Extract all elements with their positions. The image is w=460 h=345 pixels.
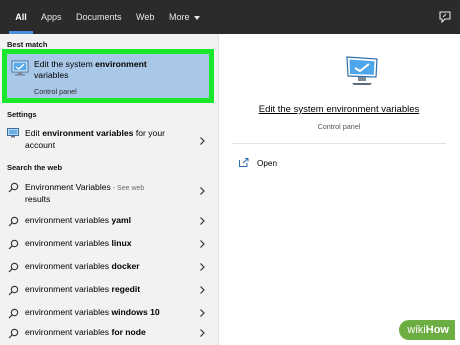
web-result-row[interactable]: Environment Variables - See web results [0, 176, 218, 206]
web-result-label: environment variables docker [25, 261, 140, 271]
web-result-suffix-line2: results [25, 194, 51, 204]
web-result-row[interactable]: environment variables yaml [0, 210, 218, 233]
chevron-right-icon[interactable] [199, 136, 206, 146]
tab-more-label: More [169, 12, 190, 22]
web-result-text: environment variables [25, 261, 112, 271]
settings-item-pre: Edit [25, 128, 43, 138]
web-result-label: environment variables regedit [25, 284, 140, 294]
chevron-right-icon[interactable] [199, 216, 206, 226]
chevron-down-icon [193, 15, 200, 20]
tab-web[interactable]: Web [136, 0, 154, 34]
tab-more[interactable]: More [169, 0, 200, 34]
top-bar: All Apps Documents Web More [0, 0, 460, 34]
tab-all[interactable]: All [9, 0, 33, 34]
web-result-label: environment variables linux [25, 238, 132, 248]
web-result-bold: windows 10 [111, 307, 160, 317]
web-result-bold: yaml [111, 215, 132, 225]
open-action[interactable]: Open [257, 159, 277, 168]
chevron-right-icon[interactable] [199, 262, 206, 272]
search-icon [8, 216, 19, 227]
web-result-text: environment variables [25, 327, 112, 337]
divider [232, 143, 446, 144]
web-result-row[interactable]: environment variables regedit [0, 279, 218, 302]
preview-pane [218, 34, 460, 345]
web-result-label: Environment Variables - See web [25, 182, 144, 192]
search-icon [8, 328, 19, 339]
chevron-right-icon[interactable] [199, 239, 206, 249]
web-result-row[interactable]: environment variables linux [0, 233, 218, 256]
web-result-text: environment variables [25, 307, 112, 317]
best-match-title-rest: variables [34, 70, 69, 80]
open-icon [239, 158, 249, 167]
search-icon [8, 182, 19, 193]
best-match-title-plain: Edit the system [34, 59, 96, 69]
best-match-subtitle: Control panel [34, 87, 77, 96]
web-result-bold: regedit [111, 284, 141, 294]
settings-header: Settings [7, 110, 37, 119]
chevron-right-icon[interactable] [199, 186, 206, 196]
web-result-text: environment variables [25, 284, 112, 294]
web-result-bold: docker [111, 261, 140, 271]
wikihow-watermark: wikiHow [399, 320, 455, 340]
search-web-header: Search the web [7, 163, 63, 172]
settings-monitor-icon [7, 128, 19, 138]
monitor-icon [11, 60, 29, 76]
search-icon [8, 239, 19, 250]
web-result-label: environment variables yaml [25, 215, 131, 225]
tab-documents[interactable]: Documents [76, 0, 122, 34]
search-icon [8, 262, 19, 273]
best-match-header: Best match [7, 40, 48, 49]
web-result-label: environment variables windows 10 [25, 307, 160, 317]
web-result-text: Environment Variables [25, 182, 111, 192]
preview-title[interactable]: Edit the system environment variables [218, 104, 460, 115]
tab-apps[interactable]: Apps [41, 0, 62, 34]
web-result-text: environment variables [25, 215, 112, 225]
feedback-icon[interactable] [438, 10, 452, 24]
settings-item[interactable]: Edit environment variables for your acco… [25, 127, 190, 151]
settings-item-bold: environment variables [42, 128, 134, 138]
watermark-part2: How [425, 324, 449, 336]
search-icon [8, 285, 19, 296]
best-match-title: Edit the system environment variables [34, 59, 204, 81]
web-result-label: environment variables for node [25, 327, 146, 337]
preview-subtitle: Control panel [317, 122, 361, 131]
best-match-title-bold: environment [95, 59, 147, 69]
web-result-text: environment variables [25, 238, 112, 248]
web-result-row[interactable]: environment variables for node [0, 322, 218, 345]
chevron-right-icon[interactable] [199, 308, 206, 318]
watermark-part1: wiki [407, 324, 426, 336]
web-result-suffix: - See web [110, 185, 145, 192]
web-result-row[interactable]: environment variables docker [0, 256, 218, 279]
chevron-right-icon[interactable] [199, 328, 206, 338]
chevron-right-icon[interactable] [199, 285, 206, 295]
search-icon [8, 308, 19, 319]
monitor-icon [346, 56, 378, 85]
web-result-bold: linux [111, 238, 132, 248]
web-result-bold: for node [111, 327, 146, 337]
